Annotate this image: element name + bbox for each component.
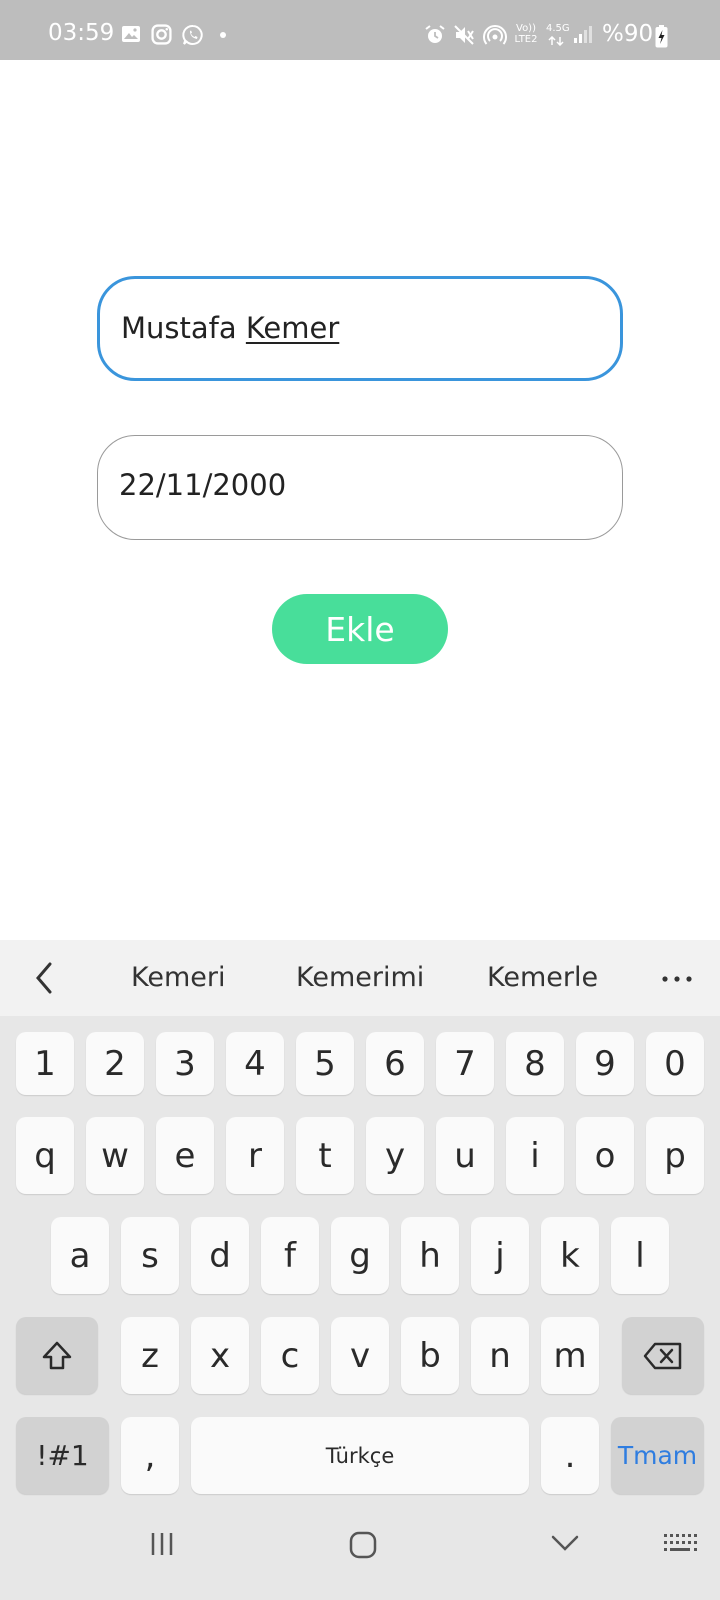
date-field[interactable]: 22/11/2000 — [97, 435, 623, 540]
key-7[interactable]: 7 — [436, 1032, 494, 1095]
key-k[interactable]: k — [541, 1217, 599, 1294]
mute-icon — [454, 25, 474, 45]
key-u[interactable]: u — [436, 1117, 494, 1194]
key-s[interactable]: s — [121, 1217, 179, 1294]
whatsapp-icon — [182, 24, 203, 45]
suggestion-2[interactable]: Kemerimi — [296, 962, 424, 993]
key-q[interactable]: q — [16, 1117, 74, 1194]
hotspot-icon — [483, 25, 507, 45]
navigation-bar — [0, 1512, 720, 1600]
date-input-value[interactable]: 22/11/2000 — [119, 468, 286, 502]
shift-key[interactable] — [16, 1317, 98, 1394]
network-label: 4.5G — [546, 23, 570, 34]
keyboard-switch-icon[interactable] — [663, 1532, 697, 1558]
symbols-key[interactable]: !#1 — [16, 1417, 109, 1494]
key-l[interactable]: l — [611, 1217, 669, 1294]
comma-key[interactable]: , — [121, 1417, 179, 1494]
suggestion-1[interactable]: Kemeri — [131, 962, 226, 993]
key-r[interactable]: r — [226, 1117, 284, 1194]
key-w[interactable]: w — [86, 1117, 144, 1194]
key-z[interactable]: z — [121, 1317, 179, 1394]
key-h[interactable]: h — [401, 1217, 459, 1294]
keyboard: Kemeri Kemerimi Kemerle 1 2 3 4 5 6 7 8 … — [0, 940, 720, 1600]
status-bar: 03:59 Vo)) LTE2 4.5G %90 — [0, 0, 720, 60]
home-icon[interactable] — [348, 1530, 378, 1560]
key-3[interactable]: 3 — [156, 1032, 214, 1095]
key-b[interactable]: b — [401, 1317, 459, 1394]
more-options-icon[interactable] — [662, 976, 692, 982]
screen: 03:59 Vo)) LTE2 4.5G %90 Mustafa Kemer 2… — [0, 0, 720, 1600]
key-v[interactable]: v — [331, 1317, 389, 1394]
instagram-icon — [151, 24, 172, 45]
signal-icon — [574, 26, 592, 43]
key-j[interactable]: j — [471, 1217, 529, 1294]
suggestion-bar: Kemeri Kemerimi Kemerle — [0, 940, 720, 1016]
key-9[interactable]: 9 — [576, 1032, 634, 1095]
recent-apps-icon[interactable] — [148, 1530, 176, 1558]
key-1[interactable]: 1 — [16, 1032, 74, 1095]
key-p[interactable]: p — [646, 1117, 704, 1194]
key-f[interactable]: f — [261, 1217, 319, 1294]
key-e[interactable]: e — [156, 1117, 214, 1194]
done-key[interactable]: Tmam — [611, 1417, 704, 1494]
shift-arrow-up-icon — [42, 1341, 72, 1369]
add-button[interactable]: Ekle — [272, 594, 448, 664]
key-m[interactable]: m — [541, 1317, 599, 1394]
key-0[interactable]: 0 — [646, 1032, 704, 1095]
hide-keyboard-chevron-icon[interactable] — [550, 1532, 580, 1556]
data-arrows-icon — [548, 36, 564, 46]
name-input-value[interactable]: Mustafa Kemer — [121, 311, 339, 345]
collapse-chevron-left-icon[interactable] — [26, 958, 66, 998]
key-a[interactable]: a — [51, 1217, 109, 1294]
backspace-icon — [643, 1342, 682, 1369]
volte-label: Vo)) LTE2 — [514, 23, 538, 45]
name-field[interactable]: Mustafa Kemer — [97, 276, 623, 381]
backspace-key[interactable] — [622, 1317, 704, 1394]
key-g[interactable]: g — [331, 1217, 389, 1294]
status-time: 03:59 — [48, 20, 115, 46]
battery-percentage: %90 — [602, 21, 654, 47]
key-o[interactable]: o — [576, 1117, 634, 1194]
key-i[interactable]: i — [506, 1117, 564, 1194]
key-n[interactable]: n — [471, 1317, 529, 1394]
key-8[interactable]: 8 — [506, 1032, 564, 1095]
alarm-icon — [425, 25, 445, 43]
suggestion-3[interactable]: Kemerle — [487, 962, 598, 993]
dot-icon — [220, 32, 226, 38]
battery-charging-icon — [655, 25, 668, 48]
key-4[interactable]: 4 — [226, 1032, 284, 1095]
key-d[interactable]: d — [191, 1217, 249, 1294]
gallery-icon — [122, 26, 140, 42]
key-c[interactable]: c — [261, 1317, 319, 1394]
composing-word: Kemer — [245, 311, 340, 345]
key-t[interactable]: t — [296, 1117, 354, 1194]
key-y[interactable]: y — [366, 1117, 424, 1194]
key-5[interactable]: 5 — [296, 1032, 354, 1095]
space-key[interactable]: Türkçe — [191, 1417, 529, 1494]
period-key[interactable]: . — [541, 1417, 599, 1494]
key-6[interactable]: 6 — [366, 1032, 424, 1095]
name-text: Mustafa — [121, 311, 246, 345]
key-2[interactable]: 2 — [86, 1032, 144, 1095]
key-x[interactable]: x — [191, 1317, 249, 1394]
